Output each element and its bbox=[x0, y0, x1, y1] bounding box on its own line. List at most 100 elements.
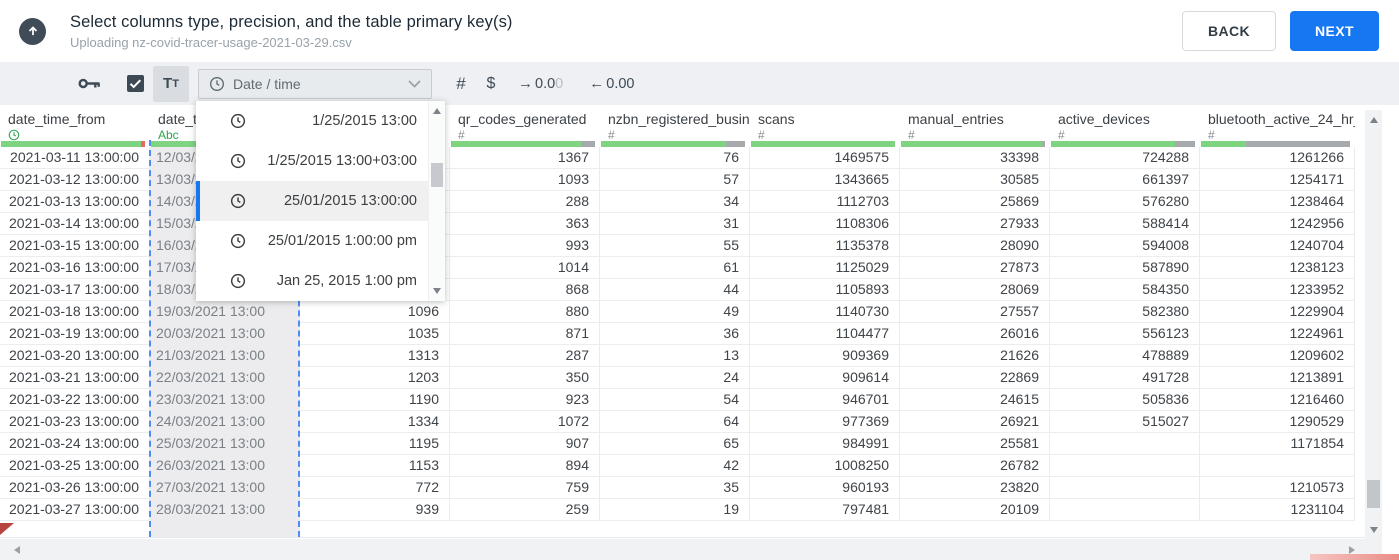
cell[interactable]: 1343665 bbox=[750, 169, 900, 190]
cell[interactable]: 26921 bbox=[900, 411, 1050, 432]
cell[interactable]: 894 bbox=[450, 455, 600, 476]
cell[interactable]: 939 bbox=[300, 499, 450, 520]
cell[interactable]: 2021-03-14 13:00:00 bbox=[0, 213, 150, 234]
column-header-nzbn_registered_busine[interactable]: nzbn_registered_busine # bbox=[600, 105, 750, 147]
cell[interactable] bbox=[1050, 433, 1200, 454]
cell[interactable]: 1125029 bbox=[750, 257, 900, 278]
cell[interactable]: 1290529 bbox=[1200, 411, 1355, 432]
cell[interactable]: 1229904 bbox=[1200, 301, 1355, 322]
cell[interactable]: 1240704 bbox=[1200, 235, 1355, 256]
cell[interactable]: 26/03/2021 13:00 bbox=[150, 455, 300, 476]
scroll-right-arrow-icon[interactable] bbox=[1349, 545, 1355, 554]
cell[interactable]: 909369 bbox=[750, 345, 900, 366]
cell[interactable]: 1261266 bbox=[1200, 147, 1355, 168]
primary-key-icon[interactable] bbox=[78, 76, 101, 91]
column-header-qr_codes_generated[interactable]: qr_codes_generated # bbox=[450, 105, 600, 147]
cell[interactable]: 1203 bbox=[300, 367, 450, 388]
cell[interactable]: 1334 bbox=[300, 411, 450, 432]
cell[interactable]: 1014 bbox=[450, 257, 600, 278]
cell[interactable]: 1190 bbox=[300, 389, 450, 410]
menu-scrollbar[interactable] bbox=[428, 101, 445, 301]
cell[interactable]: 22869 bbox=[900, 367, 1050, 388]
cell[interactable]: 871 bbox=[450, 323, 600, 344]
cell[interactable]: 1238123 bbox=[1200, 257, 1355, 278]
cell[interactable]: 582380 bbox=[1050, 301, 1200, 322]
cell[interactable]: 2021-03-12 13:00:00 bbox=[0, 169, 150, 190]
cell[interactable]: 30585 bbox=[900, 169, 1050, 190]
cell[interactable] bbox=[1050, 455, 1200, 476]
cell[interactable]: 287 bbox=[450, 345, 600, 366]
column-header-bluetooth_active_24_hr_[interactable]: bluetooth_active_24_hr_ # bbox=[1200, 105, 1355, 147]
text-type-button[interactable]: TT bbox=[153, 65, 189, 102]
menu-item-date-format[interactable]: 1/25/2015 13:00+03:00 bbox=[196, 141, 428, 181]
column-header-scans[interactable]: scans # bbox=[750, 105, 900, 147]
cell[interactable]: 54 bbox=[600, 389, 750, 410]
cell[interactable]: 1213891 bbox=[1200, 367, 1355, 388]
column-header-manual_entries[interactable]: manual_entries # bbox=[900, 105, 1050, 147]
cell[interactable]: 1216460 bbox=[1200, 389, 1355, 410]
cell[interactable]: 923 bbox=[450, 389, 600, 410]
cell[interactable]: 1072 bbox=[450, 411, 600, 432]
cell[interactable]: 984991 bbox=[750, 433, 900, 454]
cell[interactable]: 2021-03-16 13:00:00 bbox=[0, 257, 150, 278]
cell[interactable] bbox=[1200, 455, 1355, 476]
cell[interactable]: 1469575 bbox=[750, 147, 900, 168]
cell[interactable]: 1104477 bbox=[750, 323, 900, 344]
cell[interactable]: 1210573 bbox=[1200, 477, 1355, 498]
cell[interactable]: 2021-03-25 13:00:00 bbox=[0, 455, 150, 476]
cell[interactable]: 993 bbox=[450, 235, 600, 256]
cell[interactable]: 2021-03-21 13:00:00 bbox=[0, 367, 150, 388]
cell[interactable]: 594008 bbox=[1050, 235, 1200, 256]
cell[interactable]: 1209602 bbox=[1200, 345, 1355, 366]
cell[interactable]: 1238464 bbox=[1200, 191, 1355, 212]
cell[interactable]: 19/03/2021 13:00 bbox=[150, 301, 300, 322]
cell[interactable]: 868 bbox=[450, 279, 600, 300]
cell[interactable]: 20109 bbox=[900, 499, 1050, 520]
cell[interactable]: 49 bbox=[600, 301, 750, 322]
cell[interactable]: 2021-03-17 13:00:00 bbox=[0, 279, 150, 300]
menu-item-date-format[interactable]: 25/01/2015 1:00:00 pm bbox=[196, 221, 428, 261]
cell[interactable]: 2021-03-20 13:00:00 bbox=[0, 345, 150, 366]
cell[interactable]: 25869 bbox=[900, 191, 1050, 212]
cell[interactable]: 2021-03-23 13:00:00 bbox=[0, 411, 150, 432]
cell[interactable]: 1224961 bbox=[1200, 323, 1355, 344]
cell[interactable]: 64 bbox=[600, 411, 750, 432]
cell[interactable]: 478889 bbox=[1050, 345, 1200, 366]
number-type-button[interactable]: # bbox=[448, 73, 474, 95]
cell[interactable]: 1233952 bbox=[1200, 279, 1355, 300]
cell[interactable]: 1135378 bbox=[750, 235, 900, 256]
cell[interactable]: 2021-03-13 13:00:00 bbox=[0, 191, 150, 212]
cell[interactable]: 1093 bbox=[450, 169, 600, 190]
scroll-left-arrow-icon[interactable] bbox=[14, 545, 20, 554]
cell[interactable]: 28090 bbox=[900, 235, 1050, 256]
cell[interactable]: 65 bbox=[600, 433, 750, 454]
cell[interactable]: 20/03/2021 13:00 bbox=[150, 323, 300, 344]
cell[interactable]: 505836 bbox=[1050, 389, 1200, 410]
cell[interactable]: 1096 bbox=[300, 301, 450, 322]
cell[interactable]: 2021-03-26 13:00:00 bbox=[0, 477, 150, 498]
cell[interactable]: 36 bbox=[600, 323, 750, 344]
cell[interactable]: 1313 bbox=[300, 345, 450, 366]
cell[interactable]: 27/03/2021 13:00 bbox=[150, 477, 300, 498]
cell[interactable]: 24 bbox=[600, 367, 750, 388]
cell[interactable]: 946701 bbox=[750, 389, 900, 410]
vertical-scrollbar-thumb[interactable] bbox=[1367, 480, 1380, 508]
column-header-active_devices[interactable]: active_devices # bbox=[1050, 105, 1200, 147]
cell[interactable]: 1105893 bbox=[750, 279, 900, 300]
cell[interactable]: 584350 bbox=[1050, 279, 1200, 300]
cell[interactable]: 2021-03-27 13:00:00 bbox=[0, 499, 150, 520]
cell[interactable]: 1254171 bbox=[1200, 169, 1355, 190]
cell[interactable]: 588414 bbox=[1050, 213, 1200, 234]
currency-type-button[interactable]: $ bbox=[478, 74, 504, 94]
cell[interactable]: 907 bbox=[450, 433, 600, 454]
cell[interactable]: 587890 bbox=[1050, 257, 1200, 278]
cell[interactable]: 1140730 bbox=[750, 301, 900, 322]
cell[interactable]: 1108306 bbox=[750, 213, 900, 234]
cell[interactable]: 797481 bbox=[750, 499, 900, 520]
cell[interactable]: 2021-03-24 13:00:00 bbox=[0, 433, 150, 454]
scroll-up-arrow-icon[interactable] bbox=[1369, 117, 1378, 123]
cell[interactable]: 724288 bbox=[1050, 147, 1200, 168]
cell[interactable]: 23820 bbox=[900, 477, 1050, 498]
vertical-scrollbar[interactable] bbox=[1365, 110, 1382, 559]
cell[interactable]: 61 bbox=[600, 257, 750, 278]
